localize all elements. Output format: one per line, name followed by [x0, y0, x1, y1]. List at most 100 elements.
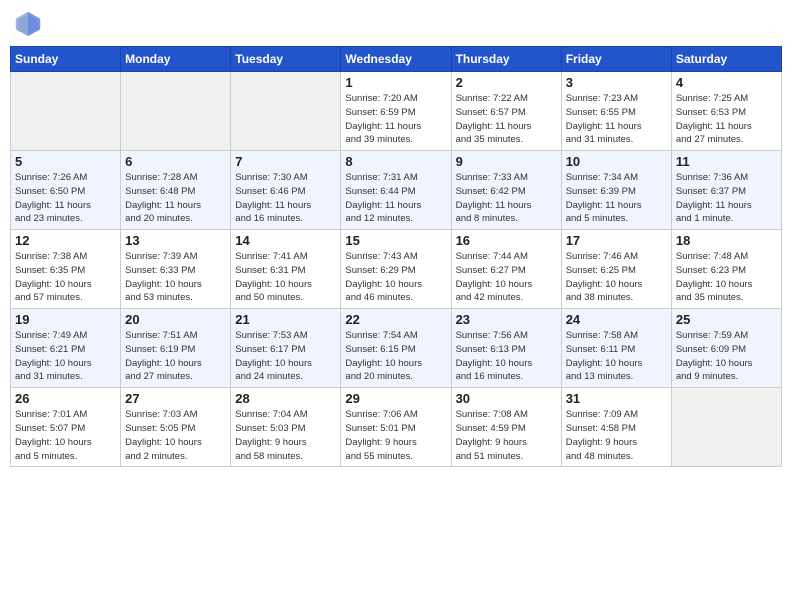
weekday-header-monday: Monday: [121, 47, 231, 72]
weekday-header-tuesday: Tuesday: [231, 47, 341, 72]
calendar-cell: 26 Sunrise: 7:01 AM Sunset: 5:07 PM Dayli…: [11, 388, 121, 467]
day-info: Sunrise: 7:51 AM Sunset: 6:19 PM Dayligh…: [125, 329, 226, 384]
calendar-cell: 14Sunrise: 7:41 AM Sunset: 6:31 PM Dayli…: [231, 230, 341, 309]
day-number: 28: [235, 391, 336, 406]
week-row-2: 5 Sunrise: 7:26 AM Sunset: 6:50 PM Daylig…: [11, 151, 782, 230]
day-info: Sunrise: 7:26 AM Sunset: 6:50 PM Dayligh…: [15, 171, 116, 226]
day-info: Sunrise: 7:54 AM Sunset: 6:15 PM Dayligh…: [345, 329, 446, 384]
day-number: 13: [125, 233, 226, 248]
calendar-cell: 23 Sunrise: 7:56 AM Sunset: 6:13 PM Dayli…: [451, 309, 561, 388]
day-number: 16: [456, 233, 557, 248]
day-info: Sunrise: 7:20 AM Sunset: 6:59 PM Dayligh…: [345, 92, 446, 147]
day-info: Sunrise: 7:48 AM Sunset: 6:23 PM Dayligh…: [676, 250, 777, 305]
calendar-cell: 19 Sunrise: 7:49 AM Sunset: 6:21 PM Dayli…: [11, 309, 121, 388]
calendar-cell: 25Sunrise: 7:59 AM Sunset: 6:09 PM Dayli…: [671, 309, 781, 388]
day-info: Sunrise: 7:38 AM Sunset: 6:35 PM Dayligh…: [15, 250, 116, 305]
weekday-header-thursday: Thursday: [451, 47, 561, 72]
page-header: [10, 10, 782, 38]
calendar-cell: 16 Sunrise: 7:44 AM Sunset: 6:27 PM Dayli…: [451, 230, 561, 309]
calendar-cell: 1 Sunrise: 7:20 AM Sunset: 6:59 PM Daylig…: [341, 72, 451, 151]
calendar-cell: 20 Sunrise: 7:51 AM Sunset: 6:19 PM Dayli…: [121, 309, 231, 388]
calendar-cell: [11, 72, 121, 151]
calendar-cell: 2 Sunrise: 7:22 AM Sunset: 6:57 PM Daylig…: [451, 72, 561, 151]
day-number: 11: [676, 154, 777, 169]
weekday-header-sunday: Sunday: [11, 47, 121, 72]
calendar-cell: 9 Sunrise: 7:33 AM Sunset: 6:42 PM Daylig…: [451, 151, 561, 230]
day-number: 31: [566, 391, 667, 406]
logo: [14, 10, 46, 38]
calendar-cell: 13 Sunrise: 7:39 AM Sunset: 6:33 PM Dayli…: [121, 230, 231, 309]
day-number: 23: [456, 312, 557, 327]
day-number: 14: [235, 233, 336, 248]
day-number: 24: [566, 312, 667, 327]
calendar-cell: [121, 72, 231, 151]
calendar-cell: 11 Sunrise: 7:36 AM Sunset: 6:37 PM Dayli…: [671, 151, 781, 230]
day-info: Sunrise: 7:49 AM Sunset: 6:21 PM Dayligh…: [15, 329, 116, 384]
day-info: Sunrise: 7:30 AM Sunset: 6:46 PM Dayligh…: [235, 171, 336, 226]
day-info: Sunrise: 7:08 AM Sunset: 4:59 PM Dayligh…: [456, 408, 557, 463]
logo-icon: [14, 10, 42, 38]
day-number: 12: [15, 233, 116, 248]
calendar-cell: 6 Sunrise: 7:28 AM Sunset: 6:48 PM Daylig…: [121, 151, 231, 230]
day-info: Sunrise: 7:53 AM Sunset: 6:17 PM Dayligh…: [235, 329, 336, 384]
week-row-4: 19 Sunrise: 7:49 AM Sunset: 6:21 PM Dayli…: [11, 309, 782, 388]
day-number: 7: [235, 154, 336, 169]
day-number: 30: [456, 391, 557, 406]
calendar-cell: 10Sunrise: 7:34 AM Sunset: 6:39 PM Dayli…: [561, 151, 671, 230]
day-number: 9: [456, 154, 557, 169]
calendar-table: SundayMondayTuesdayWednesdayThursdayFrid…: [10, 46, 782, 467]
day-number: 27: [125, 391, 226, 406]
day-number: 5: [15, 154, 116, 169]
day-number: 4: [676, 75, 777, 90]
week-row-1: 1 Sunrise: 7:20 AM Sunset: 6:59 PM Daylig…: [11, 72, 782, 151]
day-info: Sunrise: 7:09 AM Sunset: 4:58 PM Dayligh…: [566, 408, 667, 463]
week-row-3: 12 Sunrise: 7:38 AM Sunset: 6:35 PM Dayli…: [11, 230, 782, 309]
day-number: 22: [345, 312, 446, 327]
day-info: Sunrise: 7:04 AM Sunset: 5:03 PM Dayligh…: [235, 408, 336, 463]
day-number: 19: [15, 312, 116, 327]
calendar-cell: 29Sunrise: 7:06 AM Sunset: 5:01 PM Dayli…: [341, 388, 451, 467]
day-info: Sunrise: 7:33 AM Sunset: 6:42 PM Dayligh…: [456, 171, 557, 226]
week-row-5: 26 Sunrise: 7:01 AM Sunset: 5:07 PM Dayli…: [11, 388, 782, 467]
calendar-cell: 7 Sunrise: 7:30 AM Sunset: 6:46 PM Daylig…: [231, 151, 341, 230]
calendar-cell: 15 Sunrise: 7:43 AM Sunset: 6:29 PM Dayli…: [341, 230, 451, 309]
calendar-cell: 27 Sunrise: 7:03 AM Sunset: 5:05 PM Dayli…: [121, 388, 231, 467]
day-info: Sunrise: 7:36 AM Sunset: 6:37 PM Dayligh…: [676, 171, 777, 226]
weekday-header-saturday: Saturday: [671, 47, 781, 72]
calendar-cell: 21Sunrise: 7:53 AM Sunset: 6:17 PM Dayli…: [231, 309, 341, 388]
day-number: 18: [676, 233, 777, 248]
day-number: 25: [676, 312, 777, 327]
calendar-cell: 17 Sunrise: 7:46 AM Sunset: 6:25 PM Dayli…: [561, 230, 671, 309]
day-info: Sunrise: 7:01 AM Sunset: 5:07 PM Dayligh…: [15, 408, 116, 463]
calendar-cell: 4 Sunrise: 7:25 AM Sunset: 6:53 PM Daylig…: [671, 72, 781, 151]
day-number: 20: [125, 312, 226, 327]
day-number: 2: [456, 75, 557, 90]
day-info: Sunrise: 7:39 AM Sunset: 6:33 PM Dayligh…: [125, 250, 226, 305]
calendar-cell: 30 Sunrise: 7:08 AM Sunset: 4:59 PM Dayli…: [451, 388, 561, 467]
calendar-cell: 22 Sunrise: 7:54 AM Sunset: 6:15 PM Dayli…: [341, 309, 451, 388]
day-info: Sunrise: 7:23 AM Sunset: 6:55 PM Dayligh…: [566, 92, 667, 147]
calendar-cell: 12 Sunrise: 7:38 AM Sunset: 6:35 PM Dayli…: [11, 230, 121, 309]
day-number: 8: [345, 154, 446, 169]
calendar-cell: 28 Sunrise: 7:04 AM Sunset: 5:03 PM Dayli…: [231, 388, 341, 467]
day-info: Sunrise: 7:28 AM Sunset: 6:48 PM Dayligh…: [125, 171, 226, 226]
day-info: Sunrise: 7:44 AM Sunset: 6:27 PM Dayligh…: [456, 250, 557, 305]
day-info: Sunrise: 7:34 AM Sunset: 6:39 PM Dayligh…: [566, 171, 667, 226]
day-info: Sunrise: 7:22 AM Sunset: 6:57 PM Dayligh…: [456, 92, 557, 147]
day-number: 1: [345, 75, 446, 90]
day-number: 3: [566, 75, 667, 90]
day-info: Sunrise: 7:46 AM Sunset: 6:25 PM Dayligh…: [566, 250, 667, 305]
day-info: Sunrise: 7:25 AM Sunset: 6:53 PM Dayligh…: [676, 92, 777, 147]
day-info: Sunrise: 7:03 AM Sunset: 5:05 PM Dayligh…: [125, 408, 226, 463]
weekday-header-friday: Friday: [561, 47, 671, 72]
weekday-header-wednesday: Wednesday: [341, 47, 451, 72]
day-number: 26: [15, 391, 116, 406]
day-info: Sunrise: 7:43 AM Sunset: 6:29 PM Dayligh…: [345, 250, 446, 305]
day-info: Sunrise: 7:58 AM Sunset: 6:11 PM Dayligh…: [566, 329, 667, 384]
day-number: 17: [566, 233, 667, 248]
calendar-cell: [231, 72, 341, 151]
weekday-header-row: SundayMondayTuesdayWednesdayThursdayFrid…: [11, 47, 782, 72]
day-number: 15: [345, 233, 446, 248]
day-info: Sunrise: 7:56 AM Sunset: 6:13 PM Dayligh…: [456, 329, 557, 384]
day-number: 6: [125, 154, 226, 169]
